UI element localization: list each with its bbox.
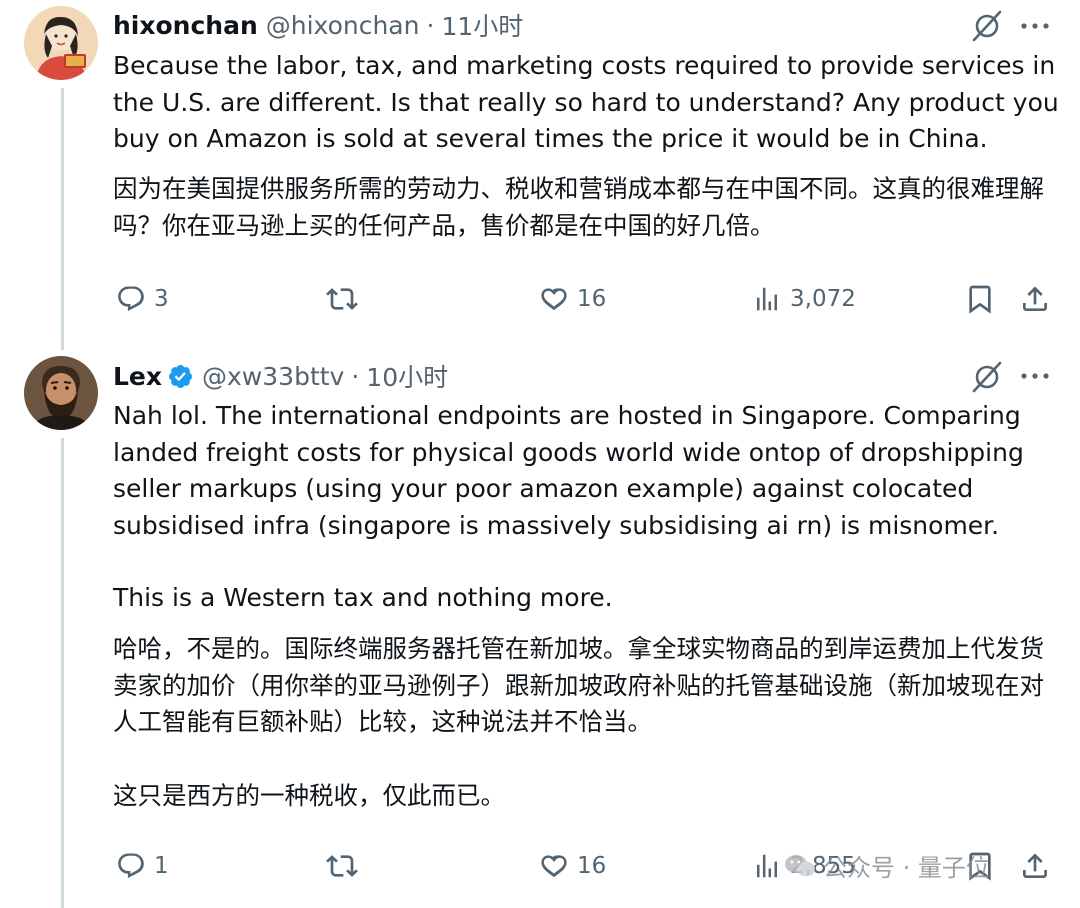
- reply-icon: [118, 286, 144, 312]
- tweet-translation-paragraph-1: 哈哈，不是的。国际终端服务器托管在新加坡。拿全球实物商品的到岸运费加上代发货卖家…: [113, 634, 1044, 736]
- author-handle[interactable]: @hixonchan: [266, 11, 420, 40]
- like-count: 16: [577, 853, 607, 879]
- retweet-button[interactable]: [326, 846, 358, 886]
- tweet-translation: 因为在美国提供服务所需的劳动力、税收和营销成本都与在中国不同。这真的很难理解吗？…: [113, 174, 1044, 240]
- view-count: 3,072: [790, 286, 856, 312]
- thread-line: [61, 438, 64, 908]
- share-icon: [1023, 853, 1047, 878]
- author-handle[interactable]: @xw33bttv: [202, 362, 344, 391]
- avatar-hixonchan[interactable]: [24, 6, 98, 80]
- share-button[interactable]: [1019, 279, 1051, 319]
- tweet-text-paragraph-2: This is a Western tax and nothing more.: [113, 583, 613, 612]
- grok-icon[interactable]: [970, 360, 1004, 394]
- share-button[interactable]: [1019, 846, 1051, 886]
- timestamp[interactable]: 11小时: [441, 7, 523, 43]
- tweet-header: Lex @xw33bttv · 10小时: [113, 358, 448, 394]
- bookmark-button[interactable]: [964, 279, 996, 319]
- like-button[interactable]: 16: [539, 846, 606, 886]
- more-options-icon[interactable]: [1018, 16, 1052, 36]
- heart-icon: [541, 288, 567, 311]
- like-button[interactable]: 16: [539, 279, 606, 319]
- wechat-watermark: 公众号 · 量子位: [783, 848, 990, 883]
- like-count: 16: [577, 286, 607, 312]
- author-name[interactable]: hixonchan: [113, 11, 258, 40]
- tweet-hixonchan[interactable]: hixonchan @hixonchan · 11小时 Because the …: [0, 0, 1080, 350]
- views-button[interactable]: 3,072: [752, 279, 856, 319]
- avatar-illustration-icon: [24, 6, 98, 80]
- verified-badge-icon: [168, 364, 193, 388]
- reply-button[interactable]: 1: [116, 846, 169, 886]
- grok-icon[interactable]: [970, 9, 1004, 43]
- views-icon: [757, 287, 777, 311]
- retweet-icon: [326, 855, 358, 877]
- watermark-text: 公众号 · 量子位: [823, 854, 990, 882]
- avatar-lex[interactable]: [24, 356, 98, 430]
- views-icon: [757, 854, 777, 878]
- tweet-text: Because the labor, tax, and marketing co…: [113, 51, 1067, 153]
- reply-count: 3: [154, 286, 169, 312]
- wechat-logo-icon: [785, 854, 815, 876]
- separator-dot: ·: [426, 10, 435, 40]
- tweet-header: hixonchan @hixonchan · 11小时: [113, 7, 523, 43]
- retweet-icon: [326, 288, 358, 310]
- reply-count: 1: [154, 853, 169, 879]
- action-bar: 3 16 3,072: [0, 279, 1080, 319]
- bookmark-icon: [969, 285, 991, 314]
- tweet-translation-paragraph-2: 这只是西方的一种税收，仅此而已。: [113, 781, 505, 810]
- reply-button[interactable]: 3: [116, 279, 169, 319]
- author-name[interactable]: Lex: [113, 362, 162, 391]
- tweet-text-paragraph-1: Nah lol. The international endpoints are…: [113, 401, 1032, 540]
- separator-dot: ·: [351, 361, 360, 391]
- timestamp[interactable]: 10小时: [366, 358, 448, 394]
- tweet-lex[interactable]: Lex @xw33bttv · 10小时 Nah lol. The intern…: [0, 350, 1080, 908]
- share-icon: [1023, 286, 1047, 311]
- heart-icon: [541, 855, 567, 878]
- avatar-portrait-icon: [24, 356, 98, 430]
- more-options-icon[interactable]: [1018, 366, 1052, 386]
- retweet-button[interactable]: [326, 279, 358, 319]
- reply-icon: [118, 853, 144, 879]
